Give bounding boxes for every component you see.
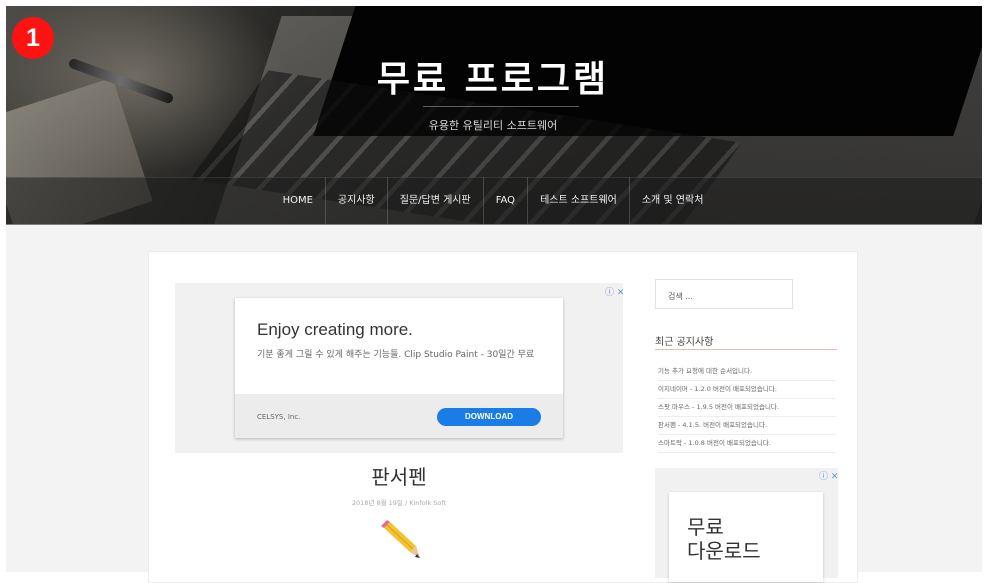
- notice-item[interactable]: 스팟 마우스 - 1.9.5 버전이 배포되었습니다.: [658, 398, 836, 417]
- nav-item-home[interactable]: HOME: [271, 177, 325, 224]
- ad-headline: Enjoy creating more.: [257, 320, 413, 339]
- notice-item[interactable]: 이지네이머 - 1.2.0 버전이 배포되었습니다.: [658, 380, 836, 399]
- notice-item[interactable]: 기능 추가 요청에 대한 순서입니다.: [658, 362, 836, 381]
- ad-description: 기분 좋게 그릴 수 있게 해주는 기능들. Clip Studio Paint…: [257, 350, 535, 360]
- sidebar-ad-close-icon[interactable]: ⓘ ✕: [819, 469, 838, 482]
- nav-item-faq[interactable]: FAQ: [482, 177, 527, 224]
- search-input[interactable]: 검색 ...: [655, 279, 793, 309]
- ad-advertiser: CELSYS, Inc.: [257, 413, 301, 421]
- sidebar-ad-line-2: 다운로드: [687, 539, 761, 563]
- nav-item-about-contact[interactable]: 소개 및 연락처: [628, 177, 716, 224]
- site-title[interactable]: 무료 프로그램: [0, 50, 986, 102]
- pencil-icon: [381, 520, 420, 558]
- notice-item[interactable]: 스마트락 - 1.0.8 버전이 배포되었습니다.: [658, 434, 836, 453]
- nav-item-notices[interactable]: 공지사항: [324, 177, 387, 224]
- ad-download-button[interactable]: DOWNLOAD: [437, 408, 541, 426]
- ad-card[interactable]: Enjoy creating more. 기분 좋게 그릴 수 있게 해주는 기…: [235, 298, 563, 438]
- site-tagline: 유용한 유틸리티 소프트웨어: [428, 119, 558, 132]
- sidebar-ad-line-1: 무료: [687, 515, 724, 539]
- recent-notices-title: 최근 공지사항: [655, 337, 714, 348]
- step-number-badge: 1: [12, 17, 54, 59]
- nav-item-qna-board[interactable]: 질문/답변 게시판: [386, 177, 483, 224]
- post-meta: 2018년 8월 19일 / Kinfolk Soft: [351, 499, 447, 507]
- title-divider: [423, 106, 579, 107]
- widget-title-underline: [655, 349, 837, 350]
- main-navigation: HOME 공지사항 질문/답변 게시판 FAQ 테스트 소프트웨어 소개 및 연…: [0, 177, 986, 224]
- notice-item[interactable]: 판서펜 - 4.1.5. 버전이 배포되었습니다.: [658, 416, 836, 435]
- sidebar-ad-text[interactable]: 무료 다운로드: [687, 515, 761, 563]
- nav-item-test-software[interactable]: 테스트 소프트웨어: [527, 177, 629, 224]
- ad-choices-close-icon[interactable]: ⓘ ✕: [605, 285, 624, 298]
- post-title[interactable]: 판서펜: [175, 461, 623, 490]
